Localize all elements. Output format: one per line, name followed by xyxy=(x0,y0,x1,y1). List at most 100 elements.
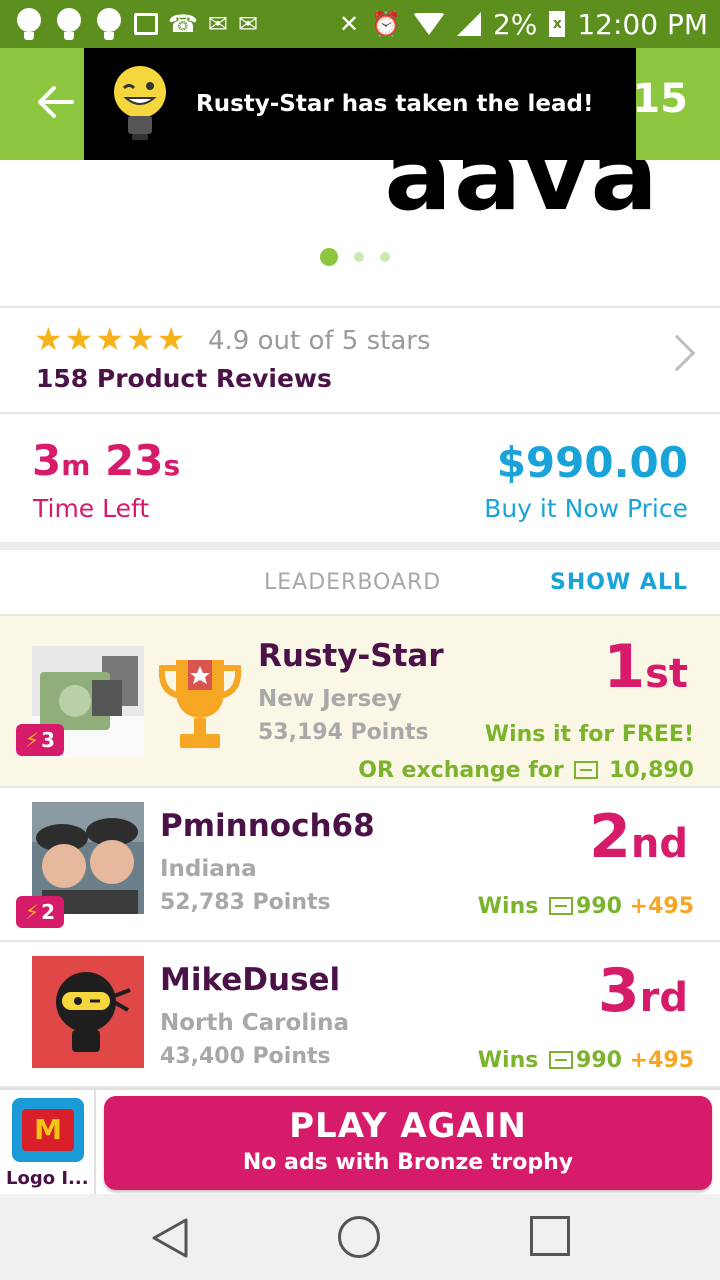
time-minutes-unit: m xyxy=(61,449,91,482)
user-location: Indiana xyxy=(160,856,257,882)
star-rating: ★ ★ ★ ★ ★ xyxy=(34,322,185,356)
time-minutes: 3 xyxy=(32,436,62,485)
rank-suffix: nd xyxy=(630,821,688,867)
gmail-icon: ✉ xyxy=(207,10,229,38)
alarm-icon: ⏰ xyxy=(371,10,401,38)
rating-text: 4.9 out of 5 stars xyxy=(208,326,431,356)
bonus-value: +495 xyxy=(629,1048,694,1073)
rank: 1st xyxy=(603,632,688,702)
signal-icon xyxy=(456,12,481,36)
leaderboard-row[interactable]: MikeDusel North Carolina 43,400 Points 3… xyxy=(0,942,720,1088)
user-points: 52,783 Points xyxy=(160,890,331,915)
streak-count: 3 xyxy=(41,728,55,752)
ticket-icon xyxy=(549,1051,574,1069)
play-again-label: PLAY AGAIN xyxy=(289,1106,527,1146)
status-bar: ☎ ✉ ✉ ✕ ⏰ 2% x 12:00 PM xyxy=(0,0,720,48)
rank-number: 3 xyxy=(597,956,640,1026)
username: Pminnoch68 xyxy=(160,808,375,844)
ticket-icon xyxy=(549,897,574,915)
star-icon: ★ xyxy=(34,320,63,358)
wins-text: Wins 990 +495 xyxy=(478,894,694,919)
lightning-icon: ⚡ xyxy=(25,900,40,924)
play-again-button[interactable]: PLAY AGAIN No ads with Bronze trophy xyxy=(104,1096,712,1190)
user-location: North Carolina xyxy=(160,1010,349,1036)
rank: 2nd xyxy=(589,802,688,872)
rank-number: 1 xyxy=(603,632,646,702)
nav-home-icon[interactable] xyxy=(338,1216,380,1258)
gmail-icon: ✉ xyxy=(238,10,259,38)
ad-app-icon[interactable]: M xyxy=(12,1098,84,1162)
exchange-value: 10,890 xyxy=(609,758,694,783)
review-count: 158 Product Reviews xyxy=(36,364,332,393)
bottom-action-bar: M Logo I... PLAY AGAIN No ads with Bronz… xyxy=(0,1088,720,1194)
user-points: 43,400 Points xyxy=(160,1044,331,1069)
product-logo: aava xyxy=(384,160,660,233)
time-left-label: Time Left xyxy=(33,494,150,523)
rank-number: 2 xyxy=(589,802,631,872)
buy-now-price[interactable]: $990.00 xyxy=(497,438,688,487)
system-nav-bar xyxy=(0,1194,720,1280)
wifi-icon xyxy=(412,13,445,35)
ninja-bulb-icon xyxy=(32,956,144,1068)
auction-info: 3m 23s Time Left $990.00 Buy it Now Pric… xyxy=(0,414,720,542)
app-bar-count: 15 xyxy=(632,76,688,122)
nav-recents-icon[interactable] xyxy=(530,1216,570,1256)
star-icon: ★ xyxy=(64,320,94,358)
carousel-dot[interactable] xyxy=(354,252,364,262)
bulb-notification-icon xyxy=(54,6,84,42)
nav-back-icon[interactable] xyxy=(150,1216,190,1260)
exchange-offer: OR exchange for 10,890 xyxy=(358,758,694,783)
wins-label: Wins xyxy=(477,894,539,919)
rank-suffix: rd xyxy=(639,975,688,1021)
play-again-subtitle: No ads with Bronze trophy xyxy=(242,1150,574,1175)
star-icon: ★ xyxy=(126,320,155,358)
bulb-notification-icon xyxy=(94,6,124,42)
mute-icon: ✕ xyxy=(338,10,360,38)
phone-icon: ☎ xyxy=(168,10,198,38)
mcdonalds-logo-icon: M xyxy=(22,1109,74,1151)
streak-badge: ⚡ 2 xyxy=(16,896,64,928)
time-seconds-unit: s xyxy=(163,449,181,482)
system-status: ✕ ⏰ 2% x 12:00 PM xyxy=(339,0,708,48)
exchange-label: OR exchange for xyxy=(358,758,564,783)
streak-count: 2 xyxy=(41,900,55,924)
back-arrow-icon[interactable] xyxy=(36,82,76,122)
battery-icon: x xyxy=(549,11,566,37)
carousel-dot[interactable] xyxy=(380,252,390,262)
user-points: 53,194 Points xyxy=(258,720,429,745)
ticket-icon xyxy=(574,761,599,779)
section-separator xyxy=(0,542,720,550)
leaderboard-title: LEADERBOARD xyxy=(264,570,442,595)
product-image-carousel[interactable]: aava xyxy=(0,160,720,306)
ad-label[interactable]: Logo I... xyxy=(6,1168,89,1189)
leaderboard-row[interactable]: ⚡ 2 Pminnoch68 Indiana 52,783 Points 2nd … xyxy=(0,788,720,942)
leaderboard-header: LEADERBOARD SHOW ALL xyxy=(0,550,720,616)
show-all-button[interactable]: SHOW ALL xyxy=(550,570,688,595)
wins-value: 990 xyxy=(576,894,622,919)
time-left-value: 3m 23s xyxy=(32,436,180,485)
bulb-notification-icon xyxy=(14,6,44,42)
lead-toast: Rusty-Star has taken the lead! xyxy=(84,48,636,160)
wins-label: Wins xyxy=(477,1048,539,1073)
reviews-row[interactable]: ★ ★ ★ ★ ★ 4.9 out of 5 stars 158 Product… xyxy=(0,308,720,412)
avatar xyxy=(32,956,144,1068)
chevron-right-icon xyxy=(658,334,696,372)
gold-trophy-icon xyxy=(158,660,242,748)
star-icon: ★ xyxy=(95,320,125,358)
rank: 3rd xyxy=(598,956,688,1026)
wins-value: 990 xyxy=(576,1048,622,1073)
clock: 12:00 PM xyxy=(577,7,708,41)
username: Rusty-Star xyxy=(258,638,444,674)
time-seconds: 23 xyxy=(105,436,164,485)
leaderboard-row[interactable]: ⚡ 3 Rusty-Star New Jersey 53,194 Points 1… xyxy=(0,616,720,788)
carousel-dot-active[interactable] xyxy=(320,248,338,266)
user-location: New Jersey xyxy=(258,686,402,712)
rank-suffix: st xyxy=(645,651,688,697)
toast-message: Rusty-Star has taken the lead! xyxy=(196,91,594,117)
winking-bulb-icon xyxy=(114,66,166,140)
battery-percent: 2% xyxy=(492,7,538,41)
streak-badge: ⚡ 3 xyxy=(16,724,64,756)
buy-now-label[interactable]: Buy it Now Price xyxy=(484,494,688,523)
carousel-indicator xyxy=(320,248,390,266)
username: MikeDusel xyxy=(160,962,341,998)
